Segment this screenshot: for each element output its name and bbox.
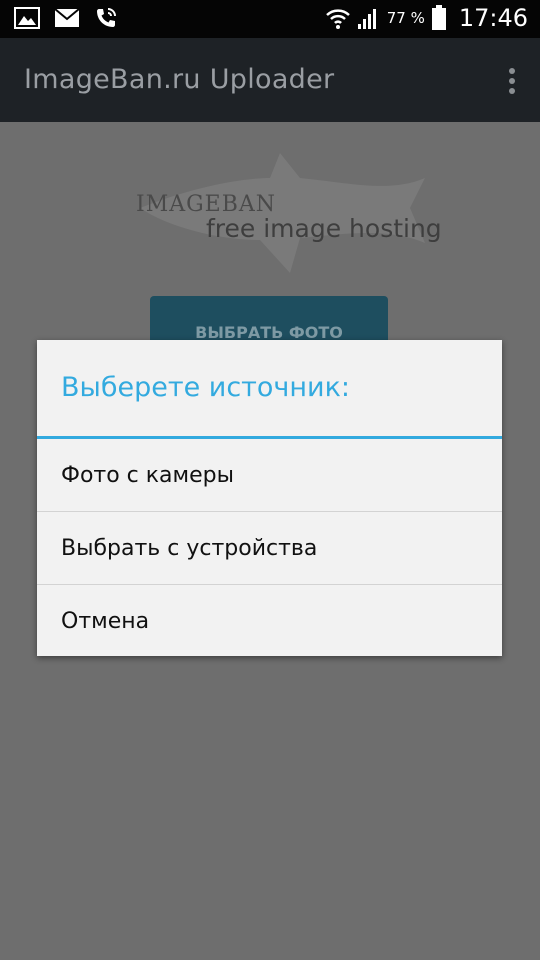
dialog-item-device[interactable]: Выбрать с устройства xyxy=(37,512,502,585)
battery-percent: 77 % xyxy=(386,9,425,27)
picture-icon xyxy=(14,7,40,29)
system-icons: 77 % 17:46 xyxy=(325,4,528,32)
source-dialog: Выберете источник: Фото с камеры Выбрать… xyxy=(37,340,502,656)
overflow-menu-icon[interactable] xyxy=(508,68,516,94)
clock: 17:46 xyxy=(458,4,528,32)
dialog-item-camera[interactable]: Фото с камеры xyxy=(37,439,502,512)
notification-icons xyxy=(14,6,118,30)
action-bar: ImageBan.ru Uploader xyxy=(0,38,540,122)
signal-icon xyxy=(357,9,376,29)
app-title: ImageBan.ru Uploader xyxy=(24,64,335,95)
wifi-icon xyxy=(325,9,350,29)
logo-tagline: free image hosting xyxy=(206,214,442,243)
battery-icon xyxy=(431,5,446,30)
mail-icon xyxy=(54,8,80,27)
dialog-title: Выберете источник: xyxy=(61,372,350,403)
phone-icon xyxy=(97,8,116,27)
status-bar: 77 % 17:46 xyxy=(0,0,540,38)
dialog-item-cancel[interactable]: Отмена xyxy=(37,585,502,658)
